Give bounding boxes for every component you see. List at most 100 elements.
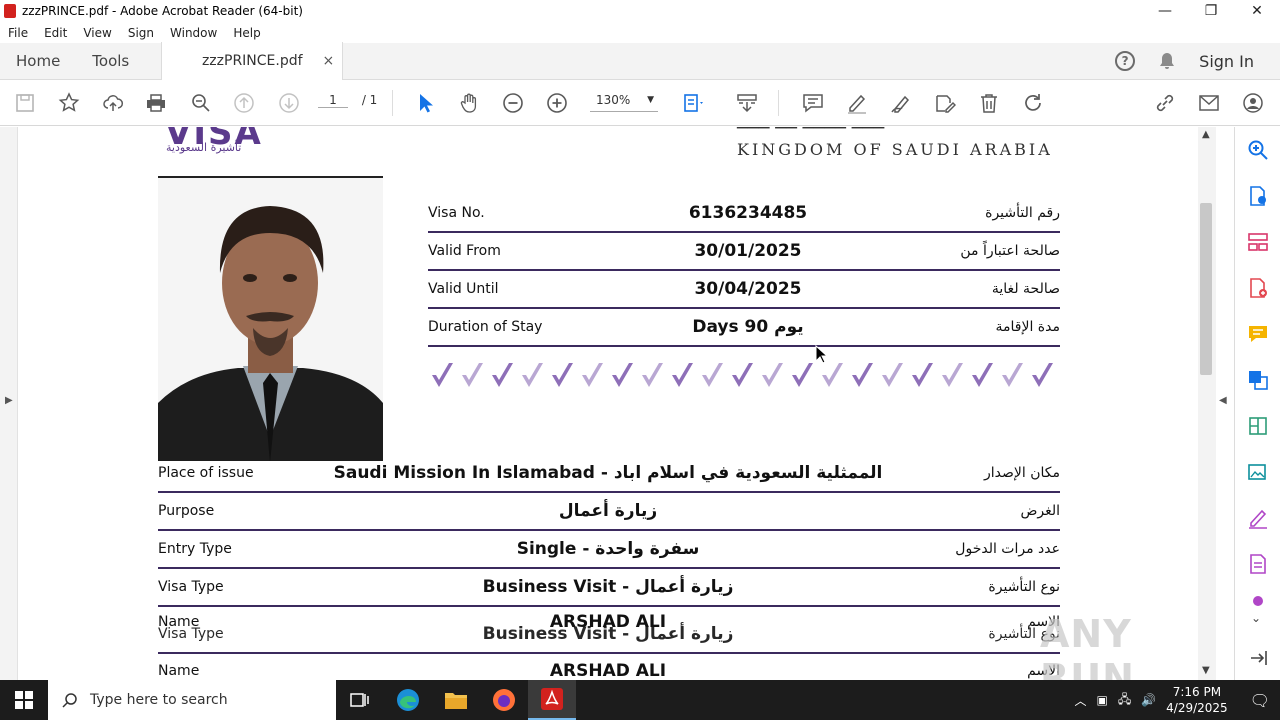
field-label: Valid From [428,243,501,259]
search-icon[interactable] [1247,139,1269,161]
collapse-pane-icon[interactable] [1247,647,1269,669]
zoom-level-select[interactable]: 130% ▼ [590,93,658,112]
document-viewer[interactable]: ▶ VISA تأشيرة السعودية ━━━ ━━ ━━━━ ━━━ K… [0,127,1234,680]
check-mark-icon [522,363,543,387]
network-icon[interactable]: 🖧 [1118,690,1131,711]
field-label: Name [158,663,200,679]
scroll-up-icon[interactable]: ▲ [1202,129,1210,140]
notifications-icon[interactable]: 🗨 [1250,691,1270,710]
vertical-scrollbar[interactable]: ▲ ▼ [1198,127,1216,680]
close-tab-icon[interactable]: × [323,53,335,69]
window-title: zzzPRINCE.pdf - Adobe Acrobat Reader (64… [22,4,303,18]
edit-sign-icon[interactable] [934,92,956,114]
left-panel-toggle[interactable]: ▶ [0,127,18,680]
menu-file[interactable]: File [0,26,36,40]
start-button[interactable] [0,680,48,720]
menu-edit[interactable]: Edit [36,26,75,40]
field-value: Days 90 يوم [692,317,804,337]
zoom-in-icon[interactable] [546,92,568,114]
previous-page-icon[interactable] [233,92,255,114]
export-image-icon[interactable] [1247,461,1269,483]
chevron-up-icon[interactable]: ︿ [1074,692,1086,709]
print-icon[interactable] [145,92,167,114]
edge-browser-icon[interactable] [384,680,432,720]
divider [158,567,1060,569]
highlighter-icon[interactable] [846,92,868,114]
comment-icon[interactable] [802,92,824,114]
comment-tool-icon[interactable] [1247,323,1269,345]
sign-in-button[interactable]: Sign In [1199,52,1254,71]
menu-view[interactable]: View [75,26,119,40]
more-tools-icon[interactable] [1247,595,1269,607]
firefox-icon[interactable] [480,680,528,720]
save-icon[interactable] [14,92,36,114]
field-value: Single - سفرة واحدة [516,539,700,559]
check-mark-icon [642,363,663,387]
zoom-search-icon[interactable] [190,92,212,114]
menu-help[interactable]: Help [225,26,268,40]
zoom-out-icon[interactable] [502,92,524,114]
menu-sign[interactable]: Sign [120,26,162,40]
field-value: ARSHAD ALI [549,661,667,680]
combine-files-icon[interactable] [1247,369,1269,391]
taskbar-search-box[interactable]: Type here to search [48,680,336,720]
scrolling-mode-icon[interactable] [736,92,758,114]
field-label-arabic: صالحة لغاية [991,281,1060,297]
link-share-icon[interactable] [1154,92,1176,114]
organize-pages-icon[interactable] [1247,231,1269,253]
tab-tools[interactable]: Tools [76,43,145,80]
rotate-icon[interactable] [1022,92,1044,114]
field-label: Visa No. [428,205,485,221]
check-mark-icon [552,363,573,387]
acrobat-reader-taskbar-icon[interactable] [528,680,576,720]
next-page-icon[interactable] [278,92,300,114]
fill-sign-icon[interactable] [1247,507,1269,529]
create-pdf-icon[interactable] [1247,277,1269,299]
delete-trash-icon[interactable] [978,92,1000,114]
fit-page-icon[interactable] [682,92,704,114]
compress-pdf-icon[interactable] [1247,415,1269,437]
volume-icon[interactable]: 🔊 [1141,693,1156,707]
current-page-input[interactable]: 1 [318,93,348,108]
device-icon[interactable]: ▣ [1096,693,1107,707]
email-icon[interactable] [1198,92,1220,114]
maximize-button[interactable]: ❐ [1188,0,1234,22]
tab-bar: Home Tools zzzPRINCE.pdf × ? Sign In [0,42,1280,80]
field-visa-type: Visa Type Business Visit - زيارة أعمال ن… [158,574,1060,600]
check-mark-icon [882,363,903,387]
mouse-cursor-icon [815,345,829,364]
upload-cloud-icon[interactable] [102,92,124,114]
bell-icon[interactable] [1157,51,1177,71]
file-explorer-icon[interactable] [432,680,480,720]
add-user-icon[interactable] [1242,92,1264,114]
help-icon[interactable]: ? [1115,51,1136,71]
select-cursor-icon[interactable] [414,92,436,114]
toolbar-divider [778,90,779,116]
field-label-arabic: نوع التأشيرة [988,579,1060,595]
menu-window[interactable]: Window [162,26,225,40]
export-pdf-icon[interactable] [1247,185,1269,207]
field-value: Business Visit - زيارة أعمال [482,577,734,597]
check-mark-icon [612,363,633,387]
chevron-down-icon[interactable]: ⌄ [1251,611,1261,625]
expand-right-panel-icon[interactable]: ◀ [1219,395,1227,406]
field-label-arabic: مكان الإصدار [984,465,1060,481]
task-view-icon[interactable] [336,680,384,720]
close-window-button[interactable]: ✕ [1234,0,1280,22]
scrollbar-thumb[interactable] [1200,203,1212,375]
tab-home[interactable]: Home [0,43,76,80]
document-tab-label: zzzPRINCE.pdf [201,53,303,69]
document-icon[interactable] [1247,553,1269,575]
minimize-button[interactable]: — [1142,0,1188,22]
bookmark-star-icon[interactable] [58,92,80,114]
check-mark-icon [672,363,693,387]
draw-pen-icon[interactable] [890,92,912,114]
tab-document[interactable]: zzzPRINCE.pdf × [161,42,344,80]
hand-tool-icon[interactable] [458,92,480,114]
field-label-arabic: رقم التأشيرة [985,205,1060,221]
clock[interactable]: 7:16 PM 4/29/2025 [1166,684,1228,716]
field-value: زيارة أعمال [558,501,658,521]
page-number-field[interactable]: 1 / 1 [318,93,377,108]
expand-left-icon[interactable]: ▶ [5,395,13,406]
search-icon [62,693,77,708]
